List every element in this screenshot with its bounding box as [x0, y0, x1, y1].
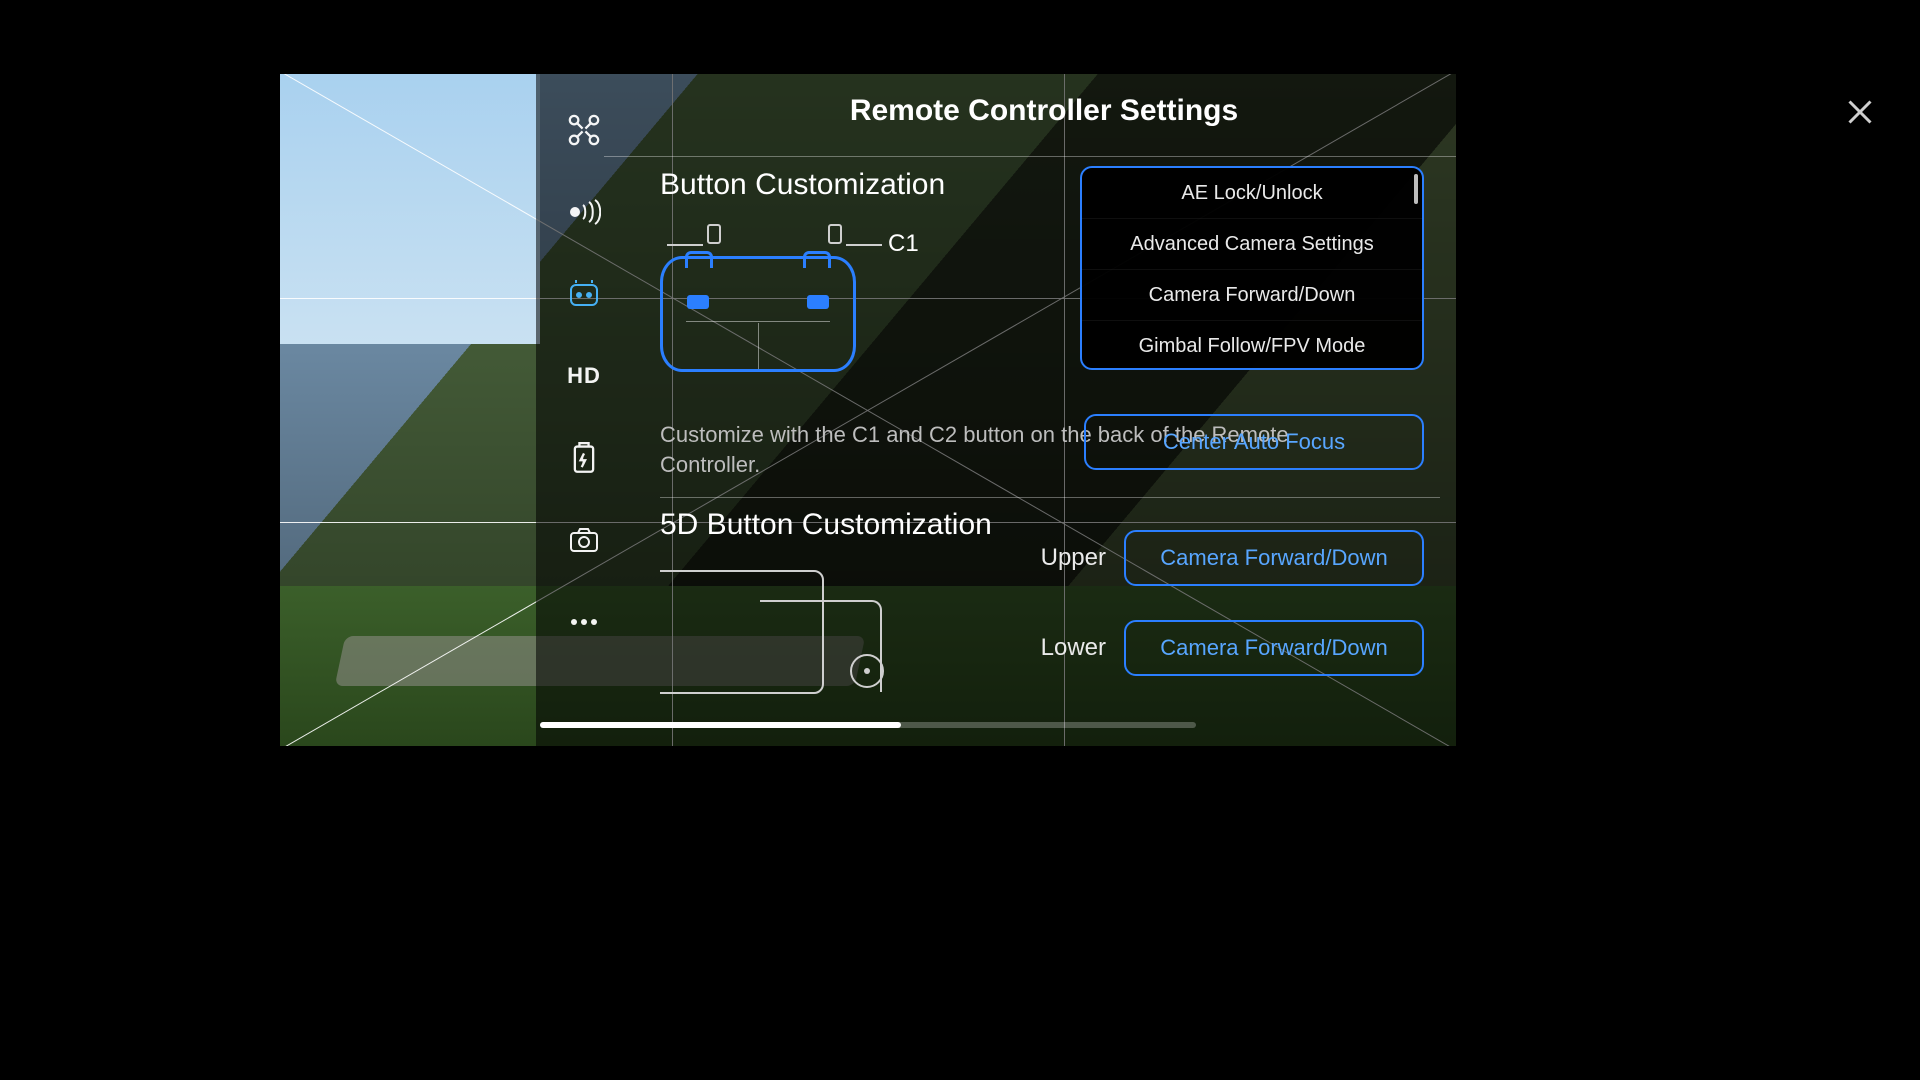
- c2-function-select[interactable]: Center Auto Focus: [1084, 414, 1424, 470]
- dropdown-option[interactable]: AE Lock/Unlock: [1082, 168, 1422, 218]
- hd-transmission-icon[interactable]: HD: [566, 358, 602, 394]
- close-icon: [1842, 94, 1878, 130]
- content-pager[interactable]: [540, 722, 1196, 728]
- 5d-lower-select[interactable]: Camera Forward/Down: [1124, 620, 1424, 676]
- settings-content[interactable]: Button Customization AE Lock/Unlock Adva…: [660, 152, 1456, 746]
- settings-category-rail: HD: [536, 74, 632, 746]
- settings-title: Remote Controller Settings: [850, 94, 1238, 128]
- 5d-upper-row: Upper Camera Forward/Down: [1028, 530, 1424, 586]
- dropdown-scrollbar[interactable]: [1414, 174, 1418, 204]
- sensors-icon[interactable]: [566, 194, 602, 230]
- aircraft-icon[interactable]: [566, 112, 602, 148]
- remote-controller-icon[interactable]: [566, 276, 602, 312]
- more-icon[interactable]: [566, 604, 602, 640]
- settings-header: Remote Controller Settings: [632, 74, 1456, 148]
- close-button[interactable]: [1832, 84, 1888, 140]
- app-panel: HD Remote Controller Settings Button Cus…: [280, 74, 1456, 746]
- 5d-upper-label: Upper: [1028, 544, 1106, 572]
- 5d-upper-select[interactable]: Camera Forward/Down: [1124, 530, 1424, 586]
- rc-diagram: C2 C1: [660, 230, 1440, 390]
- 5d-lower-label: Lower: [1028, 634, 1106, 662]
- app-stage: HD Remote Controller Settings Button Cus…: [0, 0, 1920, 1080]
- 5d-lower-row: Lower Camera Forward/Down: [1028, 620, 1424, 676]
- c1-label: C1: [840, 230, 919, 258]
- section-divider: [660, 497, 1440, 498]
- camera-icon[interactable]: [566, 522, 602, 558]
- pager-thumb[interactable]: [540, 722, 901, 728]
- 5d-rows: Upper Camera Forward/Down Lower Camera F…: [1028, 508, 1424, 676]
- battery-icon[interactable]: [566, 440, 602, 476]
- hd-label: HD: [567, 363, 601, 389]
